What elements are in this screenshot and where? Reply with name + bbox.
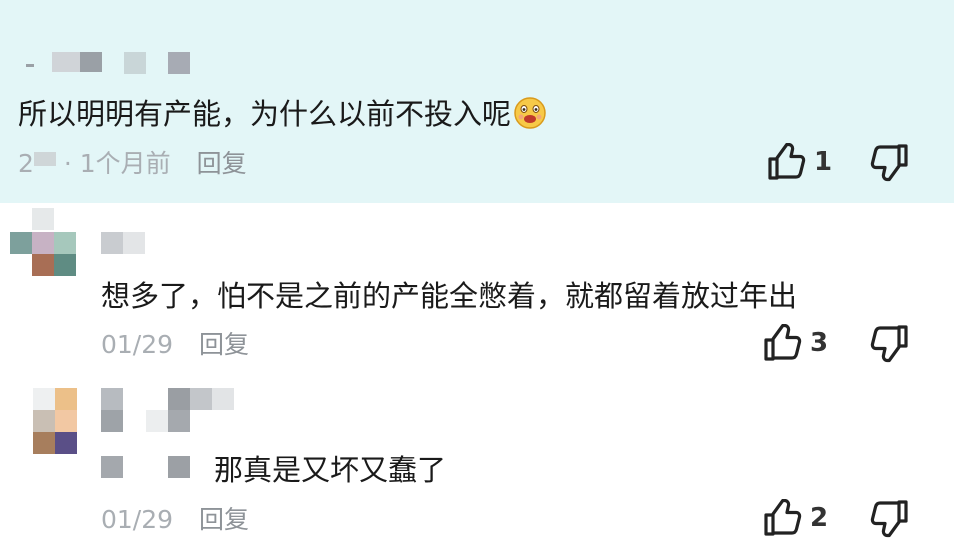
thumbs-down-icon[interactable] xyxy=(870,499,910,539)
thumbs-up-icon xyxy=(764,324,802,361)
comment-time: 01/29 xyxy=(101,330,174,359)
author-short: 2 xyxy=(18,149,34,178)
like-button[interactable]: 1 xyxy=(766,143,832,181)
comment-text: 所以明明有产能，为什么以前不投入呢 xyxy=(18,96,547,132)
author-short-pixel xyxy=(33,152,56,166)
like-button[interactable]: 3 xyxy=(762,324,828,362)
comment-time: 01/29 xyxy=(101,505,174,534)
like-count: 2 xyxy=(810,503,829,533)
reply-button[interactable]: 回复 xyxy=(199,330,249,359)
thumbs-up-icon xyxy=(768,143,806,180)
comment-time: · 1个月前 xyxy=(63,149,171,178)
thumbs-down-icon[interactable] xyxy=(870,324,910,364)
comment-meta: 01/29 回复 xyxy=(101,505,249,535)
comment-text: 那真是又坏又蠢了 xyxy=(214,453,447,487)
reply-button[interactable]: 回复 xyxy=(199,505,249,534)
comment-text-content: 所以明明有产能，为什么以前不投入呢 xyxy=(18,97,512,131)
thumbs-up-icon xyxy=(764,499,802,536)
comment-thread: 所以明明有产能，为什么以前不投入呢 2 · 1个月前 回复 1 想多了，怕不是之… xyxy=(0,0,954,540)
like-button[interactable]: 2 xyxy=(762,499,828,537)
comment-meta: 2 · 1个月前 回复 xyxy=(18,149,247,179)
grimacing-face-emoji-icon xyxy=(514,97,546,129)
thumbs-down-icon[interactable] xyxy=(870,143,910,183)
like-count: 3 xyxy=(810,328,829,358)
reply-button[interactable]: 回复 xyxy=(197,149,247,178)
comment-text: 想多了，怕不是之前的产能全憋着，就都留着放过年出 xyxy=(101,279,798,313)
comment-meta: 01/29 回复 xyxy=(101,330,249,360)
like-count: 1 xyxy=(814,147,833,177)
